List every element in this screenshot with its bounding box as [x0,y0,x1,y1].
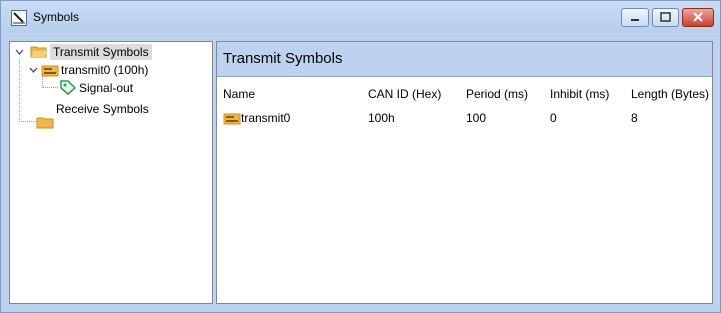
cell-period: 100 [466,111,487,125]
folder-icon [36,117,54,129]
tree-item-signal-label: Signal-out [79,81,134,95]
collapse-icon[interactable] [15,48,24,57]
tree-connector [19,121,36,122]
column-header-name[interactable]: Name [223,87,255,101]
panel-header: Transmit Symbols [217,42,712,77]
tree-connector [19,59,20,122]
tree-connector [42,87,58,88]
cell-inhibit: 0 [550,111,557,125]
tree-item-receive-label: Receive Symbols [56,102,149,116]
message-icon [223,113,241,125]
title-bar[interactable]: Symbols [1,1,720,33]
panel-title: Transmit Symbols [223,50,343,67]
column-header-can-id[interactable]: CAN ID (Hex) [368,87,441,101]
tree-item-receive-symbols[interactable]: Receive Symbols [56,101,149,117]
symbol-tree[interactable]: Transmit Symbols transmit0 (100h) Signal… [9,41,213,304]
symbols-window: Symbols Transmit Symbols transmit0 (100h… [0,0,721,313]
open-folder-icon [30,46,47,58]
client-area: Transmit Symbols transmit0 (100h) Signal… [7,38,715,307]
minimize-button[interactable] [621,8,649,27]
close-button[interactable] [682,8,714,27]
window-title: Symbols [33,10,80,24]
tree-item-transmit0-label: transmit0 (100h) [61,63,149,77]
column-header-length[interactable]: Length (Bytes) [631,87,709,101]
tree-item-signal-out[interactable]: Signal-out [79,80,133,96]
tree-item-transmit-symbols[interactable]: Transmit Symbols [50,44,152,60]
symbol-detail-panel: Transmit Symbols Name CAN ID (Hex) Perio… [216,41,713,304]
cell-name: transmit0 [241,111,291,125]
app-icon [11,10,27,26]
cell-can-id: 100h [368,111,395,125]
signal-tag-icon [60,80,77,95]
message-icon [41,65,59,77]
cell-length: 8 [631,111,638,125]
tree-item-transmit0[interactable]: transmit0 (100h) [61,62,148,78]
column-header-period[interactable]: Period (ms) [466,87,528,101]
collapse-icon[interactable] [29,66,38,75]
column-header-inhibit[interactable]: Inhibit (ms) [550,87,609,101]
maximize-button[interactable] [652,8,679,27]
tree-item-transmit-label: Transmit Symbols [53,45,149,59]
